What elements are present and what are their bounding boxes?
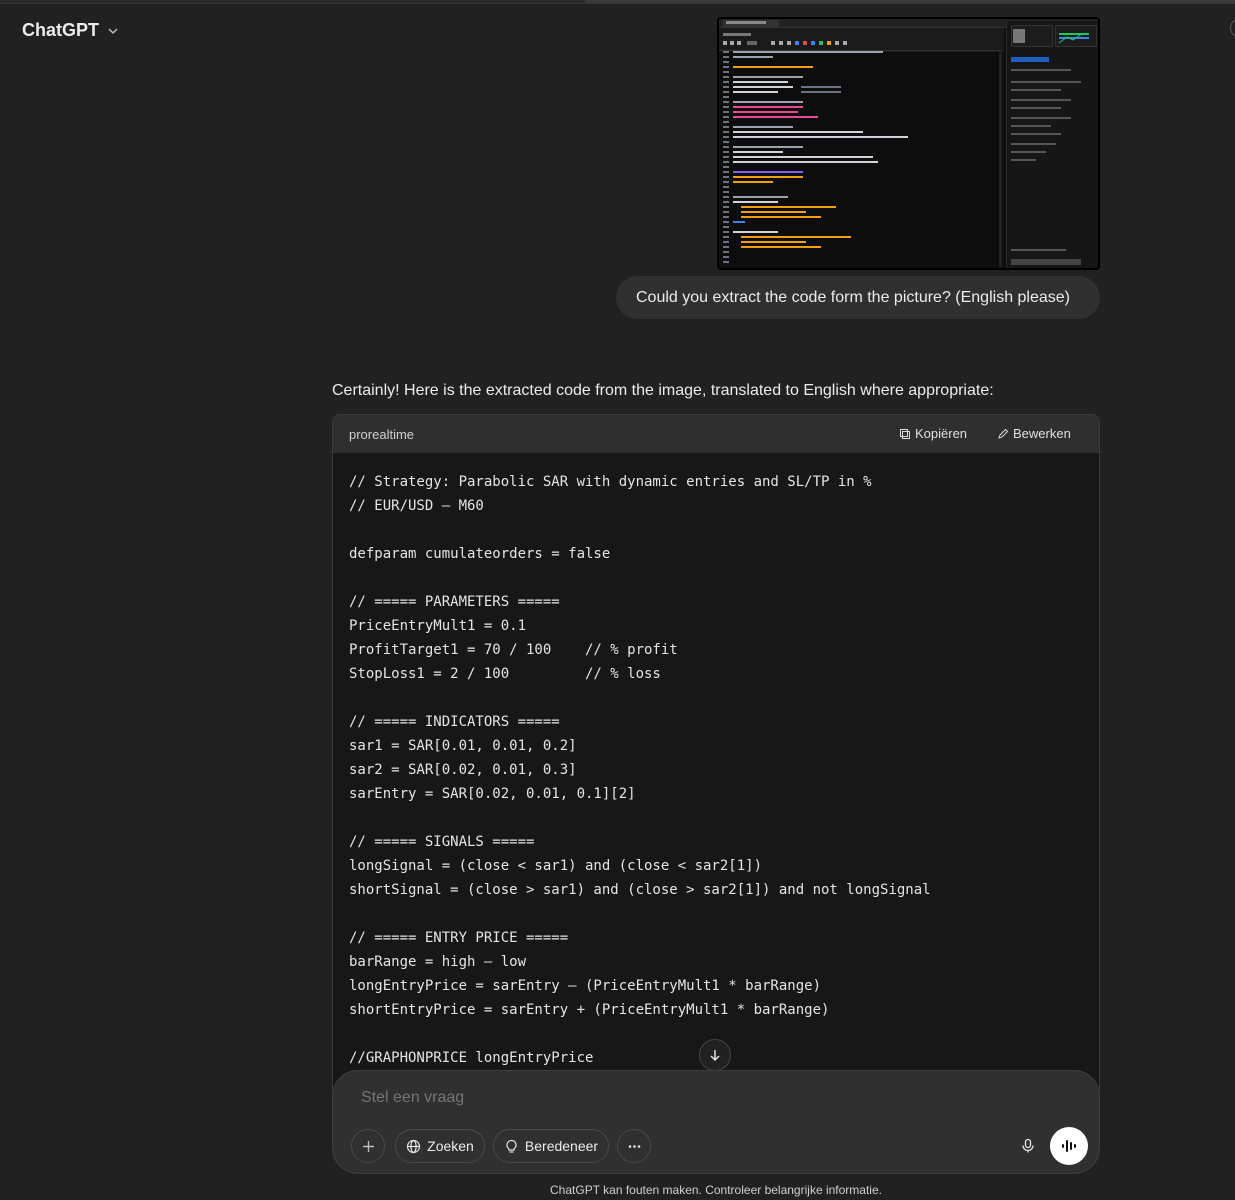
code-block: prorealtime Kopiëren Bewerken // Strateg… xyxy=(332,414,1100,1114)
dictate-button[interactable] xyxy=(1011,1129,1045,1163)
code-line: defparam cumulateorders = false xyxy=(349,546,611,562)
scroll-to-bottom-button[interactable] xyxy=(699,1039,731,1071)
attached-image-sidepanel xyxy=(1006,21,1098,268)
copy-button[interactable]: Kopiëren xyxy=(899,426,967,441)
search-label: Zoeken xyxy=(427,1138,474,1154)
code-line: // Strategy: Parabolic SAR with dynamic … xyxy=(349,474,872,490)
profile-avatar[interactable] xyxy=(1230,18,1235,38)
code-line: longEntryPrice = sarEntry – (PriceEntryM… xyxy=(349,978,822,994)
composer: Zoeken Beredeneer xyxy=(332,1070,1100,1174)
more-tools-button[interactable] xyxy=(617,1129,651,1163)
prompt-input[interactable] xyxy=(361,1089,981,1107)
code-line: shortSignal = (close > sar1) and (close … xyxy=(349,882,931,898)
pencil-icon xyxy=(998,428,1009,439)
top-border xyxy=(0,0,1235,4)
lightbulb-icon xyxy=(506,1139,517,1153)
code-line: sar2 = SAR[0.02, 0.01, 0.3] xyxy=(349,762,577,778)
assistant-intro: Certainly! Here is the extracted code fr… xyxy=(332,382,994,399)
code-line: // ===== ENTRY PRICE ===== xyxy=(349,930,569,946)
code-content: // Strategy: Parabolic SAR with dynamic … xyxy=(349,470,931,1070)
code-line: barRange = high – low xyxy=(349,954,527,970)
search-button[interactable]: Zoeken xyxy=(395,1129,485,1163)
add-attachment-button[interactable] xyxy=(351,1129,385,1163)
code-language-label: prorealtime xyxy=(349,426,415,442)
code-line: //GRAPHONPRICE longEntryPrice xyxy=(349,1050,594,1066)
code-line: shortEntryPrice = sarEntry + (PriceEntry… xyxy=(349,1002,830,1018)
microphone-icon xyxy=(1022,1138,1034,1153)
edit-button[interactable]: Bewerken xyxy=(997,426,1071,441)
code-line: longSignal = (close < sar1) and (close <… xyxy=(349,858,763,874)
waveform-icon xyxy=(1062,1140,1076,1152)
copy-label: Kopiëren xyxy=(915,426,968,441)
code-line: sarEntry = SAR[0.02, 0.01, 0.1][2] xyxy=(349,786,636,802)
code-line: // ===== PARAMETERS ===== xyxy=(349,594,560,610)
code-line: // ===== INDICATORS ===== xyxy=(349,714,560,730)
user-message: Could you extract the code form the pict… xyxy=(616,276,1100,319)
copy-icon xyxy=(900,428,910,439)
code-line: StopLoss1 = 2 / 100 // % loss xyxy=(349,666,661,682)
model-switcher[interactable]: ChatGPT xyxy=(22,20,119,41)
code-line: // EUR/USD – M60 xyxy=(349,498,484,514)
code-line: ProfitTarget1 = 70 / 100 // % profit xyxy=(349,642,678,658)
disclaimer: ChatGPT kan fouten maken. Controleer bel… xyxy=(550,1183,882,1197)
plus-icon xyxy=(362,1140,374,1152)
more-icon xyxy=(628,1144,640,1148)
arrow-down-icon xyxy=(710,1050,720,1062)
attached-image-code xyxy=(723,49,1003,267)
attached-image[interactable] xyxy=(717,17,1100,270)
user-message-text: Could you extract the code form the pict… xyxy=(636,288,1071,306)
globe-icon xyxy=(407,1139,421,1153)
reason-button[interactable]: Beredeneer xyxy=(493,1129,609,1163)
model-name: ChatGPT xyxy=(22,20,100,40)
edit-label: Bewerken xyxy=(1013,426,1071,441)
reason-label: Beredeneer xyxy=(524,1138,599,1154)
code-line: sar1 = SAR[0.01, 0.01, 0.2] xyxy=(349,738,577,754)
chevron-down-icon xyxy=(108,27,118,34)
voice-mode-button[interactable] xyxy=(1050,1127,1088,1165)
code-line: PriceEntryMult1 = 0.1 xyxy=(349,618,527,634)
code-line: // ===== SIGNALS ===== xyxy=(349,834,535,850)
code-block-header: prorealtime Kopiëren Bewerken xyxy=(333,415,1099,453)
